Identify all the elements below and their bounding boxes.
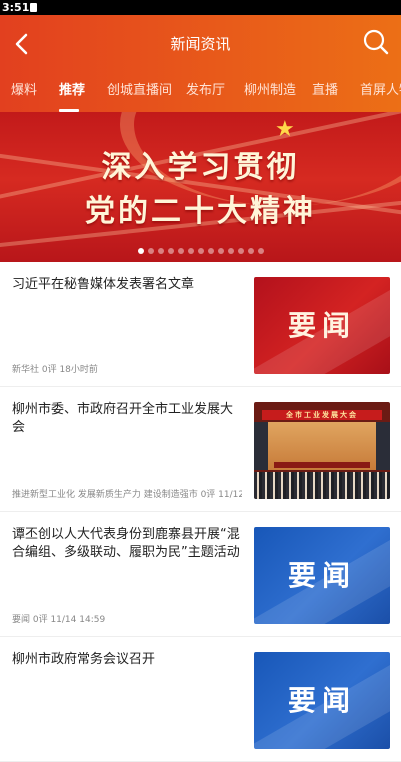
carousel-dot[interactable] [167,248,174,254]
hall-curtain [376,422,390,470]
status-time: 3:51 [2,1,30,14]
carousel-dot[interactable] [177,248,184,254]
hall-audience [254,472,390,499]
tab-fabuting[interactable]: 发布厅 [186,81,225,112]
tab-tuijian[interactable]: 推荐 [59,81,85,112]
tab-baoliao[interactable]: 爆料 [11,81,37,112]
news-title: 柳州市政府常务会议召开 [12,652,156,667]
star-emblem-icon: ★ [275,117,295,142]
hero-banner[interactable]: ★ 深入学习贯彻 党的二十大精神 [0,112,401,262]
carousel-dot[interactable] [237,248,244,254]
news-title: 习近平在秘鲁媒体发表署名文章 [12,277,195,292]
news-thumbnail: 要闻 [254,652,390,749]
tab-liuzhou-made[interactable]: 柳州制造 [244,81,296,112]
carousel-dot[interactable] [137,248,144,254]
sim-card-icon [30,3,37,12]
app-header: 新闻资讯 爆料 推荐 创城直播间 发布厅 柳州制造 直播 首屏人物 [0,15,401,112]
carousel-dot[interactable] [147,248,154,254]
status-bar: 3:51 [0,0,401,15]
category-tabs: 爆料 推荐 创城直播间 发布厅 柳州制造 直播 首屏人物 [0,81,401,112]
tab-shouping-renwu[interactable]: 首屏人物 [360,81,401,112]
news-item[interactable]: 习近平在秘鲁媒体发表署名文章 新华社 0评 18小时前 要闻 [0,262,401,387]
carousel-dot[interactable] [247,248,254,254]
carousel-dot[interactable] [197,248,204,254]
news-item[interactable]: 柳州市政府常务会议召开 要闻 [0,637,401,762]
thumb-label: 要闻 [287,684,356,717]
thumb-label: 要闻 [287,309,356,342]
hall-curtain [254,422,268,470]
carousel-dot[interactable] [157,248,164,254]
banner-headline-2: 党的二十大精神 [85,194,316,229]
search-button[interactable] [361,27,391,57]
thumb-label: 要闻 [287,559,356,592]
news-thumbnail: 要闻 [254,527,390,624]
carousel-dot[interactable] [257,248,264,254]
news-title: 谭丕创以人大代表身份到鹿寨县开展“混合编组、多级联动、履职为民”主题活动 [12,527,240,560]
tab-live[interactable]: 直播 [312,81,338,112]
tab-chuangcheng-live[interactable]: 创城直播间 [107,81,172,112]
news-item[interactable]: 柳州市委、市政府召开全市工业发展大会 推进新型工业化 发展新质生产力 建设制造强… [0,387,401,512]
news-meta: 推进新型工业化 发展新质生产力 建设制造强市 0评 11/12 20... [12,490,242,500]
carousel-indicator [0,248,401,254]
news-meta: 新华社 0评 18小时前 [12,365,98,375]
news-meta: 要闻 0评 11/14 14:59 [12,615,106,625]
hall-banner-text: 全市工业发展大会 [262,410,382,420]
carousel-dot[interactable] [187,248,194,254]
banner-headline-1: 深入学习贯彻 [101,150,300,185]
carousel-dot[interactable] [217,248,224,254]
carousel-dot[interactable] [227,248,234,254]
news-title: 柳州市委、市政府召开全市工业发展大会 [12,402,234,435]
news-thumbnail: 全市工业发展大会 [254,402,390,499]
search-icon [363,29,389,55]
news-thumbnail: 要闻 [254,277,390,374]
page-title: 新闻资讯 [170,35,231,53]
carousel-dot[interactable] [207,248,214,254]
hall-desk [274,462,370,468]
news-item[interactable]: 谭丕创以人大代表身份到鹿寨县开展“混合编组、多级联动、履职为民”主题活动 要闻 … [0,512,401,637]
